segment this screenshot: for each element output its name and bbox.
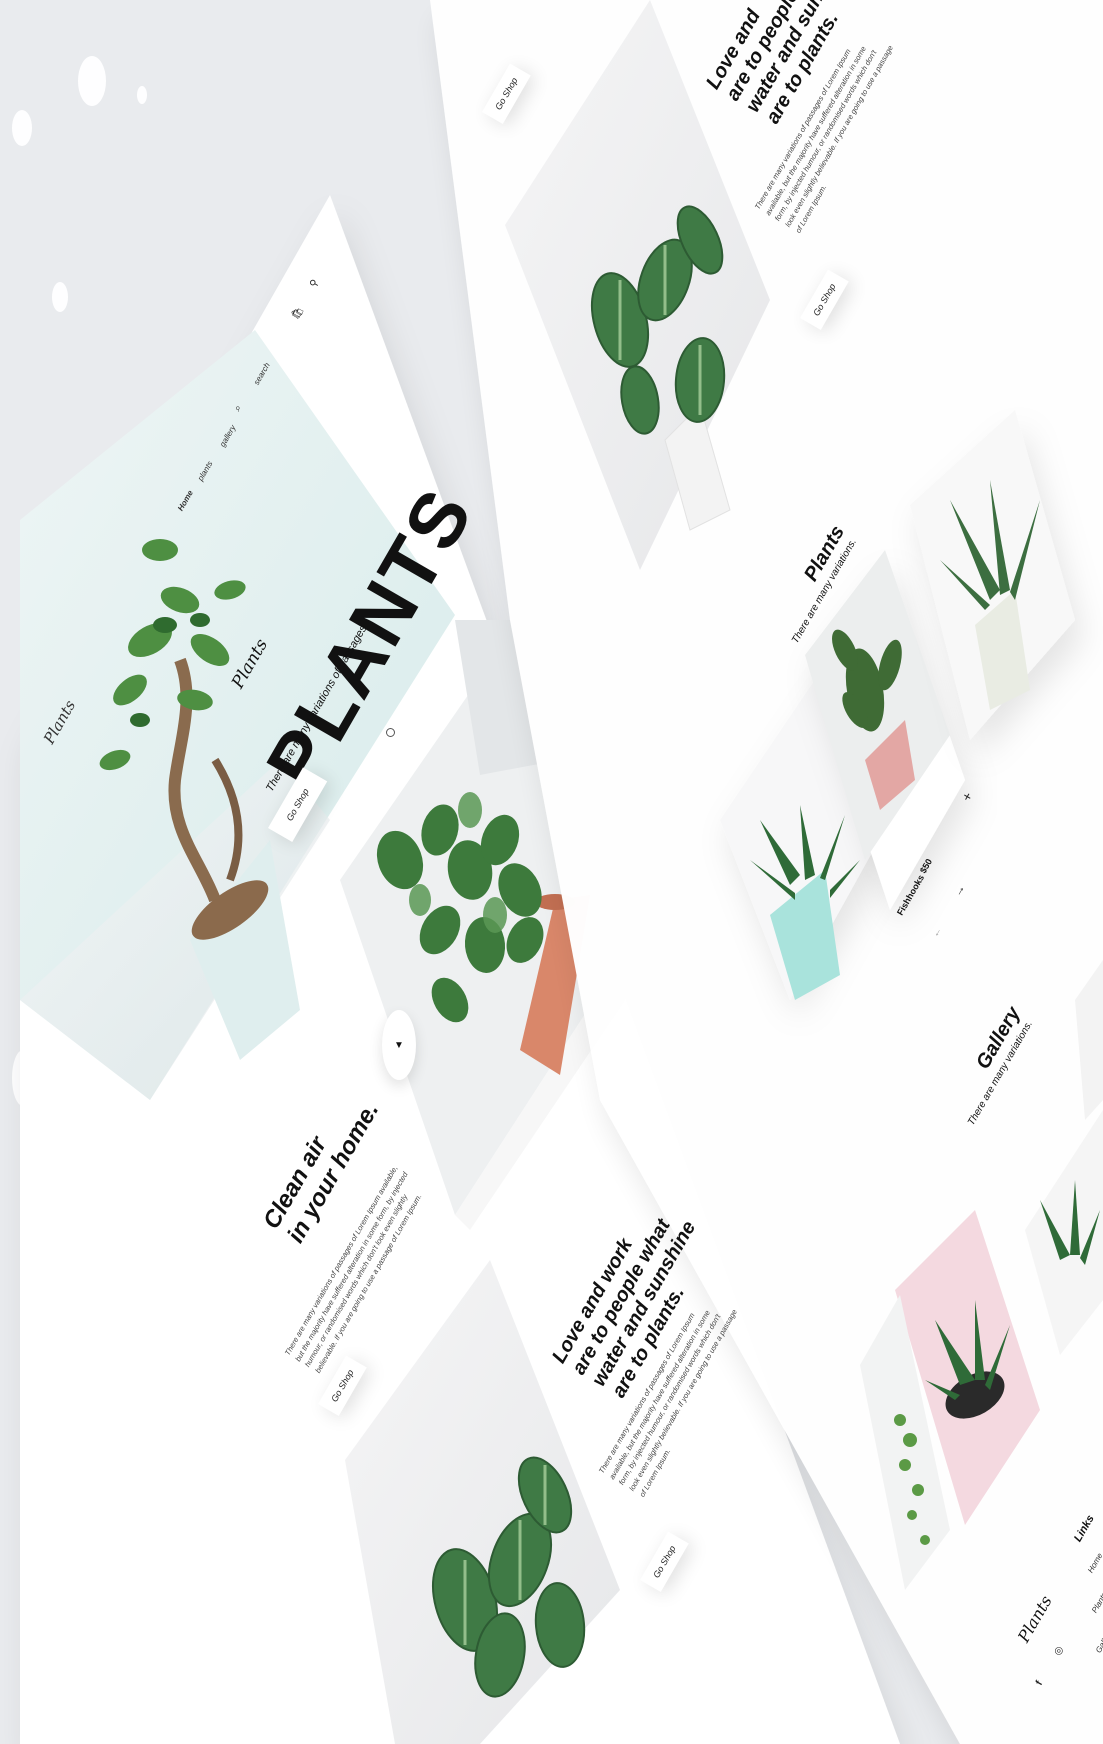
left-board-surface <box>20 0 1103 1744</box>
play-button[interactable]: ▼ <box>382 1010 416 1080</box>
slider-dot[interactable] <box>368 762 374 768</box>
slider-dot[interactable] <box>376 748 382 754</box>
slider-dot-active[interactable] <box>386 728 395 737</box>
play-icon: ▼ <box>394 1039 404 1051</box>
mockup-stage: Plants Home plants gallery ⌕ search 🛍 ⚲ … <box>0 0 1103 1744</box>
